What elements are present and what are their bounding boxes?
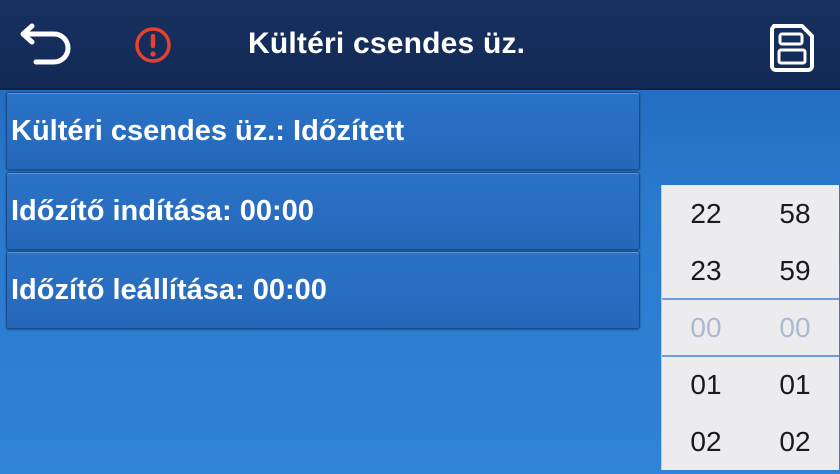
minute-item[interactable]: 02 [751,413,839,470]
minute-item[interactable]: 01 [751,356,839,413]
timer-stop-row[interactable]: Időzítő leállítása: 00:00 [6,251,640,329]
hour-item[interactable]: 02 [662,413,750,470]
hour-item-selected[interactable]: 00 [662,299,750,356]
quiet-mode-row[interactable]: Kültéri csendes üz.: Időzített [6,92,640,170]
hour-item[interactable]: 22 [662,185,750,242]
screen: Kültéri csendes üz. Kültéri csendes üz.:… [0,0,840,474]
warning-icon[interactable] [133,25,173,65]
minute-item-selected[interactable]: 00 [751,299,839,356]
header-bar: Kültéri csendes üz. [0,0,840,90]
hour-item[interactable]: 01 [662,356,750,413]
save-icon [770,24,814,72]
quiet-mode-label: Kültéri csendes üz.: Időzített [11,114,405,147]
selection-line-bottom [662,355,839,357]
timer-stop-label: Időzítő leállítása: 00:00 [11,273,327,306]
page-title: Kültéri csendes üz. [248,27,526,60]
timer-start-row[interactable]: Időzítő indítása: 00:00 [6,172,640,250]
minute-column[interactable]: 58 59 00 01 02 [751,185,839,470]
hour-column[interactable]: 22 23 00 01 02 [662,185,750,470]
time-picker[interactable]: 22 23 00 01 02 58 59 00 01 02 [661,185,839,470]
minute-item[interactable]: 59 [751,242,839,299]
back-button[interactable] [18,18,80,68]
hour-item[interactable]: 23 [662,242,750,299]
save-button[interactable] [762,18,822,78]
selection-line-top [662,298,839,300]
back-arrow-icon [20,23,71,65]
minute-item[interactable]: 58 [751,185,839,242]
timer-start-label: Időzítő indítása: 00:00 [11,194,314,227]
